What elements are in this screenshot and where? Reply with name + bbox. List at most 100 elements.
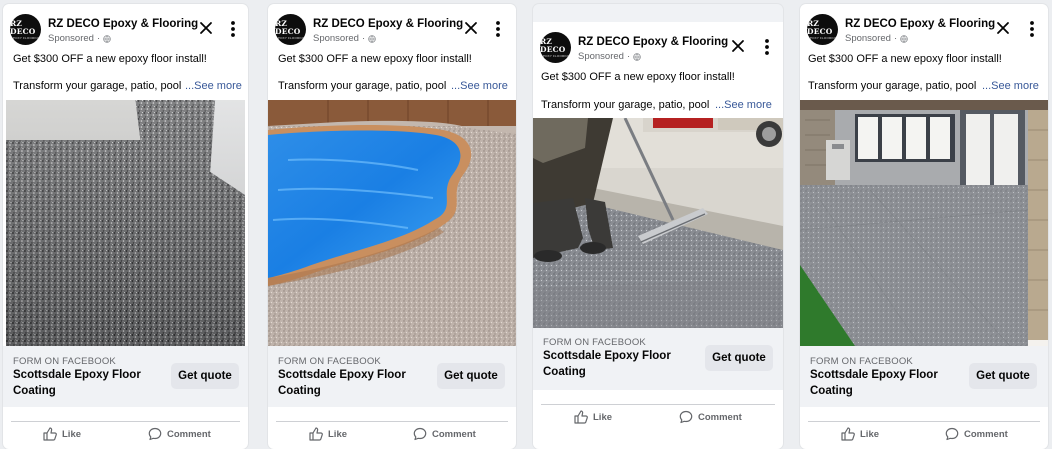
avatar-logo-subtext: EPOXY FLOORING	[275, 35, 306, 40]
see-more-link[interactable]: ...See more	[982, 80, 1039, 92]
comment-label: Comment	[964, 428, 1008, 440]
globe-icon	[368, 34, 376, 43]
ad-header: RZ DECO EPOXY FLOORING RZ DECO Epoxy & F…	[268, 7, 516, 47]
comment-icon	[679, 410, 693, 424]
like-label: Like	[328, 428, 348, 440]
actions-divider	[541, 404, 775, 405]
like-icon	[574, 410, 588, 424]
comment-button[interactable]: Comment	[413, 427, 476, 441]
ad-image[interactable]	[6, 100, 245, 346]
see-more-link[interactable]: ...See more	[451, 80, 508, 92]
comment-icon	[945, 427, 959, 441]
more-options-icon[interactable]	[495, 20, 501, 38]
avatar-logo-text: RZ DECO	[540, 36, 566, 54]
get-quote-button[interactable]: Get quote	[705, 345, 773, 371]
comment-icon	[148, 427, 162, 441]
like-button[interactable]: Like	[43, 427, 81, 441]
like-button[interactable]: Like	[309, 427, 347, 441]
cta-bar: FORM ON FACEBOOK Scottsdale Epoxy Floor …	[800, 346, 1048, 407]
like-label: Like	[593, 411, 613, 423]
comment-icon	[413, 427, 427, 441]
ad-primary-text: Get $300 OFF a new epoxy floor install!	[541, 71, 735, 83]
page-name[interactable]: RZ DECO Epoxy & Flooring	[48, 18, 198, 30]
page-name[interactable]: RZ DECO Epoxy & Flooring	[845, 18, 995, 30]
avatar-logo-text: RZ DECO	[275, 18, 301, 36]
sponsored-label: Sponsored ·	[313, 33, 376, 44]
sponsored-label: Sponsored ·	[48, 33, 111, 44]
cta-bar: FORM ON FACEBOOK Scottsdale Epoxy Floor …	[268, 346, 516, 407]
cta-source: FORM ON FACEBOOK	[810, 356, 913, 367]
page-name[interactable]: RZ DECO Epoxy & Flooring	[578, 36, 728, 48]
page-avatar[interactable]: RZ DECO EPOXY FLOORING	[275, 14, 306, 45]
close-icon[interactable]	[996, 21, 1010, 35]
get-quote-button[interactable]: Get quote	[437, 363, 505, 389]
like-icon	[43, 427, 57, 441]
avatar-logo-text: RZ DECO	[10, 18, 36, 36]
ad-gallery: RZ DECO EPOXY FLOORING RZ DECO Epoxy & F…	[0, 0, 1052, 449]
like-label: Like	[62, 428, 82, 440]
globe-icon	[900, 34, 908, 43]
like-button[interactable]: Like	[574, 410, 612, 424]
get-quote-button[interactable]: Get quote	[969, 363, 1037, 389]
cta-headline[interactable]: Scottsdale Epoxy Floor Coating	[543, 349, 693, 380]
ad-image[interactable]	[800, 100, 1048, 346]
like-label: Like	[860, 428, 880, 440]
cta-bar: FORM ON FACEBOOK Scottsdale Epoxy Floor …	[533, 328, 783, 390]
ad-primary-text: Get $300 OFF a new epoxy floor install!	[278, 53, 472, 65]
page-avatar[interactable]: RZ DECO EPOXY FLOORING	[807, 14, 838, 45]
sponsored-text: Sponsored	[48, 33, 94, 44]
ad-image[interactable]	[268, 100, 516, 346]
more-options-icon[interactable]	[230, 20, 236, 38]
cta-source: FORM ON FACEBOOK	[13, 356, 116, 367]
close-icon[interactable]	[464, 21, 478, 35]
comment-button[interactable]: Comment	[945, 427, 1008, 441]
sponsored-label: Sponsored ·	[845, 33, 908, 44]
avatar-logo-subtext: EPOXY FLOORING	[540, 53, 571, 58]
cta-headline[interactable]: Scottsdale Epoxy Floor Coating	[278, 368, 428, 399]
cta-headline[interactable]: Scottsdale Epoxy Floor Coating	[810, 368, 960, 399]
actions-divider	[276, 421, 508, 422]
ad-header: RZ DECO EPOXY FLOORING RZ DECO Epoxy & F…	[3, 7, 248, 47]
sponsored-label: Sponsored ·	[578, 51, 641, 62]
cta-headline[interactable]: Scottsdale Epoxy Floor Coating	[13, 368, 163, 399]
comment-label: Comment	[432, 428, 476, 440]
ad-card-1: RZ DECO EPOXY FLOORING RZ DECO Epoxy & F…	[3, 4, 248, 449]
comment-label: Comment	[167, 428, 211, 440]
comment-label: Comment	[698, 411, 742, 423]
sponsored-text: Sponsored	[578, 51, 624, 62]
ad-card-2: RZ DECO EPOXY FLOORING RZ DECO Epoxy & F…	[268, 4, 516, 449]
close-icon[interactable]	[731, 39, 745, 53]
avatar-logo-text: RZ DECO	[807, 18, 833, 36]
ad-primary-text: Get $300 OFF a new epoxy floor install!	[808, 53, 1002, 65]
page-avatar[interactable]: RZ DECO EPOXY FLOORING	[10, 14, 41, 45]
avatar-logo-subtext: EPOXY FLOORING	[807, 35, 838, 40]
ad-primary-text: Get $300 OFF a new epoxy floor install!	[13, 53, 207, 65]
more-options-icon[interactable]	[1029, 20, 1035, 38]
cta-source: FORM ON FACEBOOK	[543, 337, 646, 348]
more-options-icon[interactable]	[764, 38, 770, 56]
ad-header: RZ DECO EPOXY FLOORING RZ DECO Epoxy & F…	[533, 25, 783, 65]
like-icon	[309, 427, 323, 441]
comment-button[interactable]: Comment	[679, 410, 742, 424]
actions-divider	[808, 421, 1040, 422]
like-button[interactable]: Like	[841, 427, 879, 441]
like-icon	[841, 427, 855, 441]
cta-bar: FORM ON FACEBOOK Scottsdale Epoxy Floor …	[3, 346, 248, 407]
page-name[interactable]: RZ DECO Epoxy & Flooring	[313, 18, 463, 30]
ad-card-3: RZ DECO EPOXY FLOORING RZ DECO Epoxy & F…	[533, 4, 783, 449]
ad-card-4: RZ DECO EPOXY FLOORING RZ DECO Epoxy & F…	[800, 4, 1048, 449]
ad-header: RZ DECO EPOXY FLOORING RZ DECO Epoxy & F…	[800, 7, 1048, 47]
ad-secondary-text: Transform your garage, patio, pool	[278, 80, 447, 92]
get-quote-button[interactable]: Get quote	[171, 363, 239, 389]
see-more-link[interactable]: ...See more	[185, 80, 242, 92]
ad-image[interactable]	[533, 118, 783, 328]
ad-secondary-text: Transform your garage, patio, pool	[541, 99, 710, 111]
page-avatar[interactable]: RZ DECO EPOXY FLOORING	[540, 32, 571, 63]
comment-button[interactable]: Comment	[148, 427, 211, 441]
sponsored-text: Sponsored	[313, 33, 359, 44]
ad-secondary-text: Transform your garage, patio, pool	[13, 80, 182, 92]
avatar-logo-subtext: EPOXY FLOORING	[10, 35, 41, 40]
see-more-link[interactable]: ...See more	[715, 99, 772, 111]
close-icon[interactable]	[199, 21, 213, 35]
globe-icon	[633, 52, 641, 61]
